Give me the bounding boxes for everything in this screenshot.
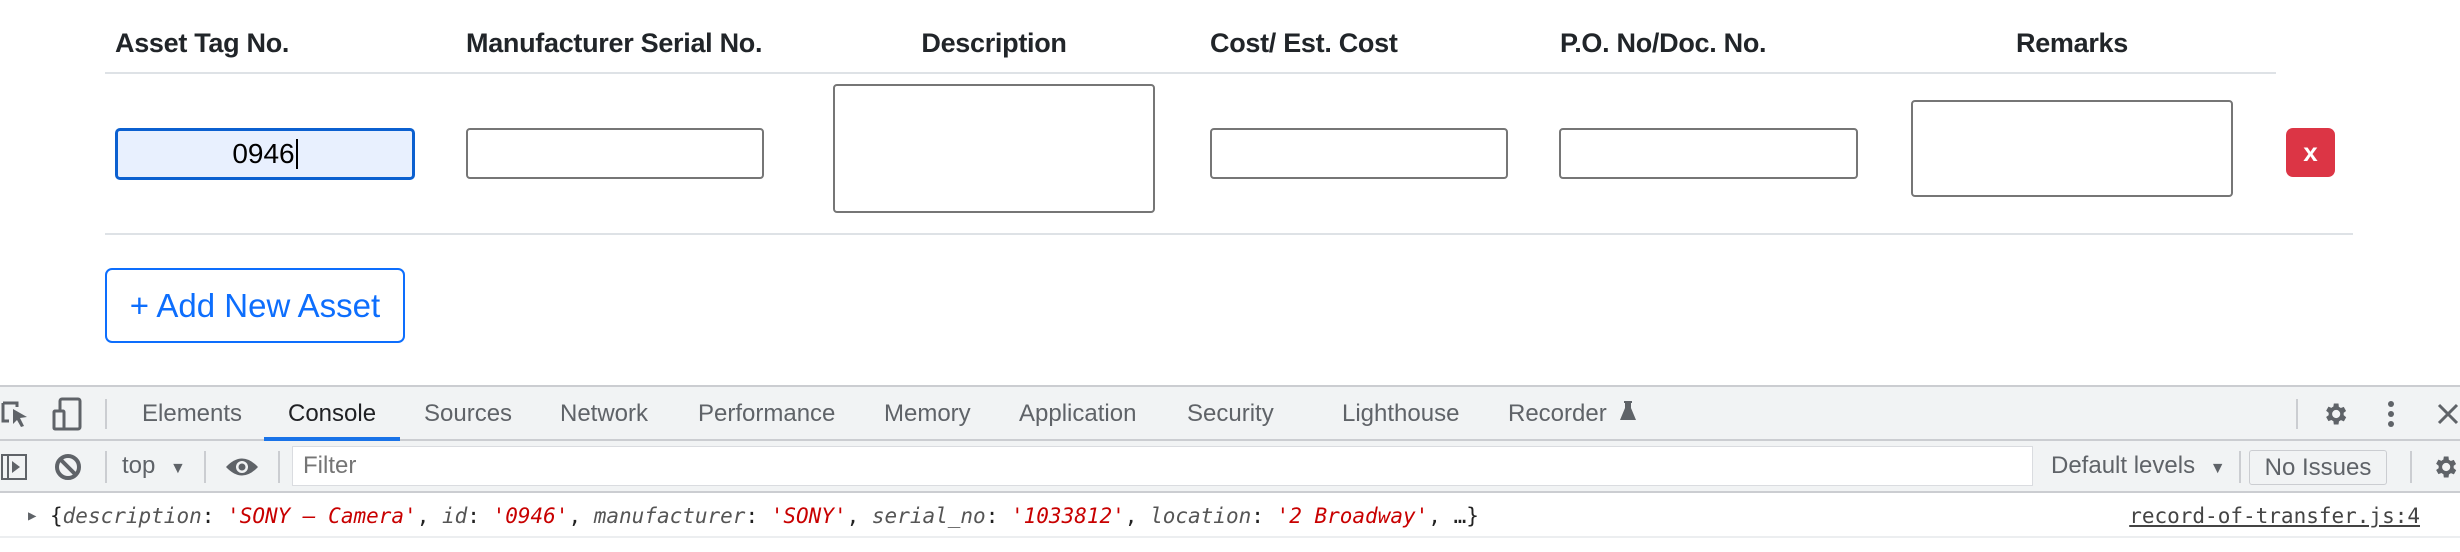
context-selector[interactable]: top ▼ — [122, 441, 186, 491]
live-expression-eye-icon[interactable] — [224, 451, 260, 483]
log-levels-dropdown[interactable]: Default levels ▼ — [2051, 441, 2226, 491]
toolbar-separator — [105, 451, 107, 483]
console-filter-input[interactable] — [292, 446, 2033, 486]
remarks-textarea[interactable] — [1911, 100, 2233, 197]
expand-object-triangle-icon[interactable]: ▶ — [28, 495, 36, 538]
header-divider — [105, 72, 2276, 74]
tab-performance[interactable]: Performance — [698, 387, 835, 440]
toolbar-separator — [2410, 451, 2412, 483]
asset-tag-value: 0946 — [232, 138, 295, 169]
remove-row-button[interactable]: x — [2286, 128, 2335, 177]
close-devtools-icon[interactable] — [2436, 397, 2460, 431]
toolbar-separator — [2239, 451, 2241, 483]
tab-lighthouse[interactable]: Lighthouse — [1342, 387, 1459, 440]
tab-elements[interactable]: Elements — [142, 387, 242, 440]
log-levels-value: Default levels — [2051, 452, 2196, 479]
settings-gear-icon[interactable] — [2320, 397, 2350, 431]
console-settings-gear-icon[interactable] — [2430, 451, 2460, 483]
row-divider — [105, 233, 2353, 235]
clear-console-icon[interactable] — [52, 451, 84, 483]
tab-separator — [105, 399, 107, 429]
po-doc-no-input[interactable] — [1559, 128, 1858, 179]
tab-console[interactable]: Console — [288, 387, 376, 440]
source-file-link[interactable]: record-of-transfer.js:4 — [2129, 495, 2420, 538]
header-cost: Cost/ Est. Cost — [1210, 28, 1398, 58]
tab-network[interactable]: Network — [560, 387, 648, 440]
tab-recorder[interactable]: Recorder — [1508, 387, 1637, 440]
experimental-flask-icon — [1619, 388, 1637, 441]
show-sidebar-icon[interactable] — [0, 451, 28, 483]
header-serial-no: Manufacturer Serial No. — [466, 28, 763, 58]
asset-tag-input[interactable]: 0946 — [115, 128, 415, 180]
tab-application[interactable]: Application — [1019, 387, 1136, 440]
devtools-tab-bar: Elements Console Sources Network Perform… — [0, 385, 2460, 441]
tab-sources[interactable]: Sources — [424, 387, 512, 440]
cost-input[interactable] — [1210, 128, 1508, 179]
toolbar-separator — [204, 451, 206, 483]
device-toolbar-icon[interactable] — [50, 393, 84, 435]
tab-recorder-label: Recorder — [1508, 400, 1607, 427]
devtools-panel: Elements Console Sources Network Perform… — [0, 385, 2460, 552]
description-textarea[interactable] — [833, 84, 1155, 213]
header-asset-tag: Asset Tag No. — [115, 28, 290, 58]
dropdown-arrow-icon: ▼ — [170, 460, 186, 477]
tab-memory[interactable]: Memory — [884, 387, 971, 440]
issues-button[interactable]: No Issues — [2249, 450, 2387, 485]
console-log-entry: ▶ {description: 'SONY – Camera', id: '09… — [0, 495, 2460, 538]
serial-no-input[interactable] — [466, 128, 764, 179]
toolbar-separator — [278, 451, 280, 483]
text-caret — [295, 139, 298, 169]
context-value: top — [122, 452, 156, 479]
dropdown-arrow-icon: ▼ — [2209, 460, 2226, 477]
add-new-asset-button[interactable]: + Add New Asset — [105, 268, 405, 343]
header-description: Description — [921, 28, 1067, 58]
header-po-doc-no: P.O. No/Doc. No. — [1560, 28, 1767, 58]
tab-separator — [2296, 399, 2298, 429]
inspect-element-icon[interactable] — [0, 395, 30, 433]
logged-object[interactable]: {description: 'SONY – Camera', id: '0946… — [50, 495, 1479, 538]
header-remarks: Remarks — [2016, 28, 2128, 58]
console-toolbar: top ▼ Default levels ▼ No Issues — [0, 441, 2460, 493]
more-options-kebab-icon[interactable] — [2380, 397, 2402, 431]
tab-security[interactable]: Security — [1187, 387, 1274, 440]
